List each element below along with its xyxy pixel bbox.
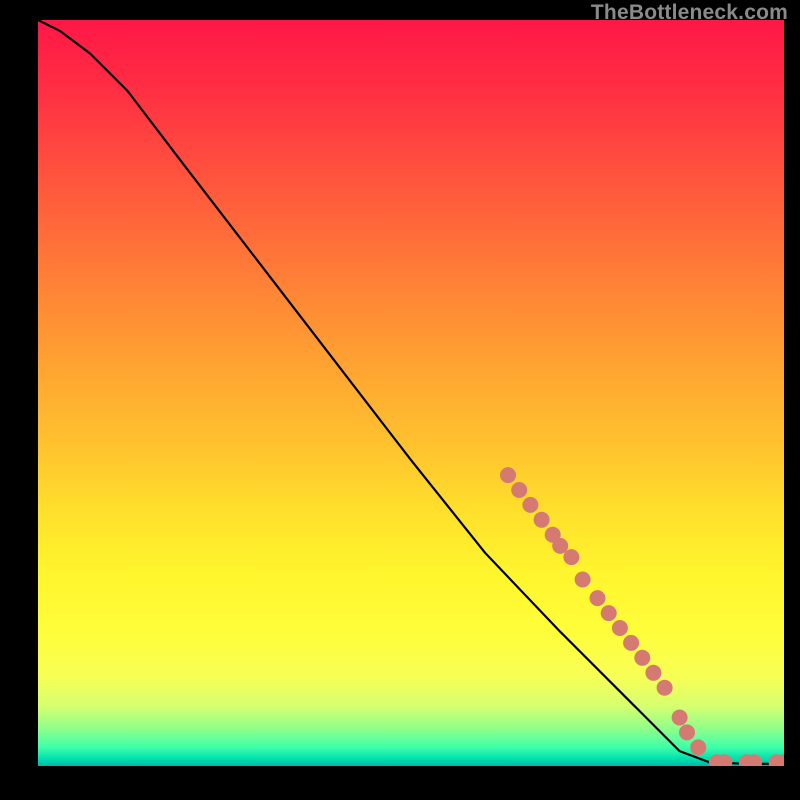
data-marker xyxy=(634,650,650,666)
data-marker xyxy=(612,620,628,636)
data-marker xyxy=(601,605,617,621)
chart-svg xyxy=(38,20,784,766)
data-marker xyxy=(690,739,706,755)
curve-path xyxy=(38,20,784,764)
data-marker xyxy=(672,710,688,726)
data-marker xyxy=(679,724,695,740)
data-markers xyxy=(500,467,784,766)
data-marker xyxy=(534,512,550,528)
data-marker xyxy=(575,572,591,588)
data-marker xyxy=(522,497,538,513)
curve-line xyxy=(38,20,784,764)
data-marker xyxy=(590,590,606,606)
data-marker xyxy=(511,482,527,498)
data-marker xyxy=(623,635,639,651)
data-marker xyxy=(500,467,516,483)
data-marker xyxy=(645,665,661,681)
data-marker xyxy=(657,680,673,696)
data-marker xyxy=(563,549,579,565)
plot-area xyxy=(38,20,784,766)
chart-stage: TheBottleneck.com xyxy=(0,0,800,800)
